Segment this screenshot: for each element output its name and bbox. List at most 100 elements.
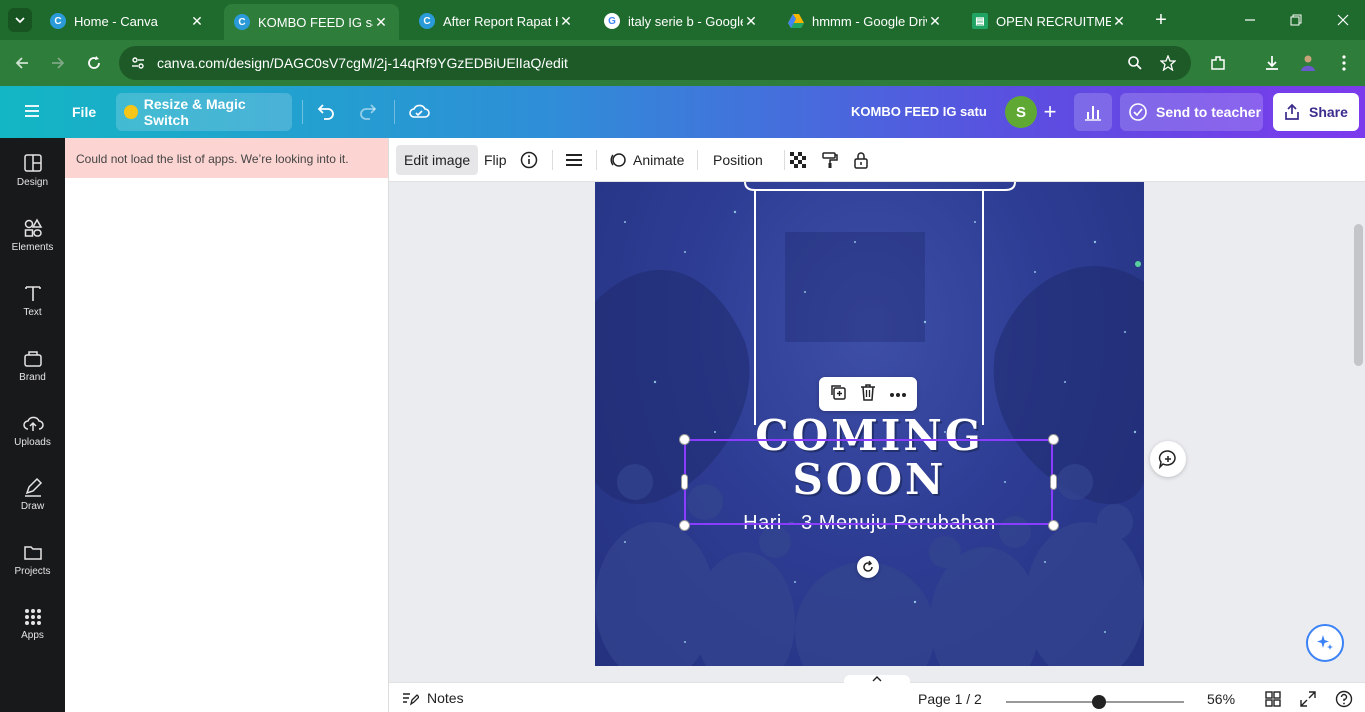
sidebar-item-brand[interactable]: Brand [0, 335, 65, 395]
copy-style-button[interactable] [821, 145, 839, 175]
resize-handle-right[interactable] [1050, 474, 1057, 490]
minimize-button[interactable] [1237, 8, 1263, 32]
projects-icon [23, 545, 42, 560]
close-icon[interactable]: ✕ [1111, 13, 1127, 30]
position-button[interactable]: Position [713, 145, 763, 175]
close-icon[interactable]: ✕ [373, 14, 389, 31]
design-page[interactable]: COMING SOON Hari - 3 Menuju Perubahan [595, 182, 1144, 666]
page-indicator[interactable]: Page 1 / 2 [918, 691, 982, 707]
restore-button[interactable] [1283, 8, 1309, 32]
selection-box [684, 439, 1053, 525]
paint-roller-icon [822, 152, 838, 168]
minimize-icon [1245, 19, 1255, 21]
magic-assistant-button[interactable] [1306, 624, 1344, 662]
canva-icon: C [234, 14, 250, 30]
duplicate-button[interactable] [829, 383, 847, 406]
share-upload-icon [1285, 103, 1299, 120]
resize-magic-switch-button[interactable]: Resize & Magic Switch [116, 93, 292, 131]
close-icon[interactable]: ✕ [558, 13, 574, 30]
avatar[interactable]: S [1005, 96, 1037, 128]
share-button[interactable]: Share [1273, 93, 1359, 131]
more-horizontal-icon [889, 393, 906, 397]
resize-handle-top-left[interactable] [679, 434, 690, 445]
profile-avatar-icon[interactable] [1296, 51, 1320, 75]
extensions-icon[interactable] [1206, 51, 1230, 75]
browser-tab[interactable]: G italy serie b - Google ✕ [594, 6, 769, 36]
forward-icon[interactable] [46, 51, 70, 75]
uploads-icon [22, 416, 44, 431]
reload-icon[interactable] [82, 51, 106, 75]
more-options-button[interactable] [889, 385, 907, 403]
rotate-handle[interactable] [857, 556, 879, 578]
resize-handle-bottom-right[interactable] [1048, 520, 1059, 531]
share-label: Share [1309, 104, 1348, 120]
zoom-slider-thumb[interactable] [1091, 695, 1106, 709]
border-lines-icon [566, 154, 582, 166]
resize-handle-top-right[interactable] [1048, 434, 1059, 445]
browser-tab[interactable]: ▤ OPEN RECRUITMENT ✕ [962, 6, 1137, 36]
close-icon[interactable]: ✕ [743, 13, 759, 30]
sidebar-item-elements[interactable]: Elements [0, 205, 65, 265]
info-button[interactable] [520, 145, 538, 175]
site-info-icon[interactable] [127, 52, 149, 74]
info-icon [520, 151, 538, 169]
redo-icon [360, 104, 377, 120]
tab-title: OPEN RECRUITMENT [996, 13, 1111, 29]
tab-search-button[interactable] [8, 8, 32, 32]
sidebar-item-text[interactable]: Text [0, 270, 65, 330]
canva-icon: C [50, 13, 66, 29]
address-bar[interactable]: canva.com/design/DAGC0sV7cgM/2j-14qRf9YG… [119, 46, 1191, 80]
tab-title: KOMBO FEED IG satu [258, 14, 373, 30]
main-menu-button[interactable] [22, 101, 42, 121]
show-pages-button[interactable] [844, 675, 910, 685]
file-menu-button[interactable]: File [72, 104, 96, 120]
new-tab-button[interactable]: + [1150, 9, 1172, 31]
close-icon[interactable]: ✕ [189, 13, 205, 30]
resize-handle-left[interactable] [681, 474, 688, 490]
sidebar-item-projects[interactable]: Projects [0, 529, 65, 589]
add-collaborator-button[interactable]: + [1037, 96, 1063, 128]
divider [784, 150, 785, 170]
document-title[interactable]: KOMBO FEED IG satu [851, 104, 987, 119]
sidebar-item-uploads[interactable]: Uploads [0, 400, 65, 460]
back-icon[interactable] [10, 51, 34, 75]
tab-title: Home - Canva [74, 13, 158, 29]
download-icon[interactable] [1260, 51, 1284, 75]
browser-menu-icon[interactable] [1332, 51, 1356, 75]
divider [394, 100, 395, 124]
canva-icon: C [419, 13, 435, 29]
send-to-teacher-button[interactable]: Send to teacher [1120, 93, 1263, 131]
sidebar-item-apps[interactable]: Apps [0, 594, 65, 654]
close-window-button[interactable] [1330, 8, 1356, 32]
cloud-save-status[interactable] [408, 101, 430, 121]
redo-button[interactable] [358, 101, 378, 121]
elements-icon [24, 217, 42, 237]
transparency-button[interactable] [789, 145, 807, 175]
browser-tab-active[interactable]: C KOMBO FEED IG satu ✕ [224, 4, 399, 40]
lock-button[interactable] [852, 145, 870, 175]
vertical-scrollbar[interactable] [1354, 224, 1363, 366]
browser-tab[interactable]: C Home - Canva ✕ [40, 6, 215, 36]
resize-handle-bottom-left[interactable] [679, 520, 690, 531]
animate-button[interactable]: Animate [609, 145, 684, 175]
zoom-value[interactable]: 56% [1207, 691, 1235, 707]
help-button[interactable] [1335, 690, 1353, 708]
fullscreen-icon [1300, 691, 1316, 707]
insights-button[interactable] [1074, 93, 1112, 131]
zoom-search-icon[interactable] [1124, 52, 1146, 74]
grid-view-button[interactable] [1264, 690, 1282, 708]
fullscreen-button[interactable] [1299, 690, 1317, 708]
sidebar-item-design[interactable]: Design [0, 140, 65, 200]
browser-tab[interactable]: C After Report Rapat K ✕ [409, 6, 584, 36]
flip-button[interactable]: Flip [484, 145, 507, 175]
undo-button[interactable] [316, 101, 336, 121]
bookmark-star-icon[interactable] [1157, 52, 1179, 74]
add-comment-button[interactable] [1150, 441, 1186, 477]
sidebar-item-draw[interactable]: Draw [0, 464, 65, 524]
browser-tab[interactable]: hmmm - Google Drive ✕ [778, 6, 953, 36]
close-icon[interactable]: ✕ [927, 13, 943, 30]
border-style-button[interactable] [565, 145, 583, 175]
edit-image-button[interactable]: Edit image [396, 145, 479, 175]
notes-button[interactable]: Notes [401, 690, 464, 706]
delete-button[interactable] [860, 383, 876, 406]
